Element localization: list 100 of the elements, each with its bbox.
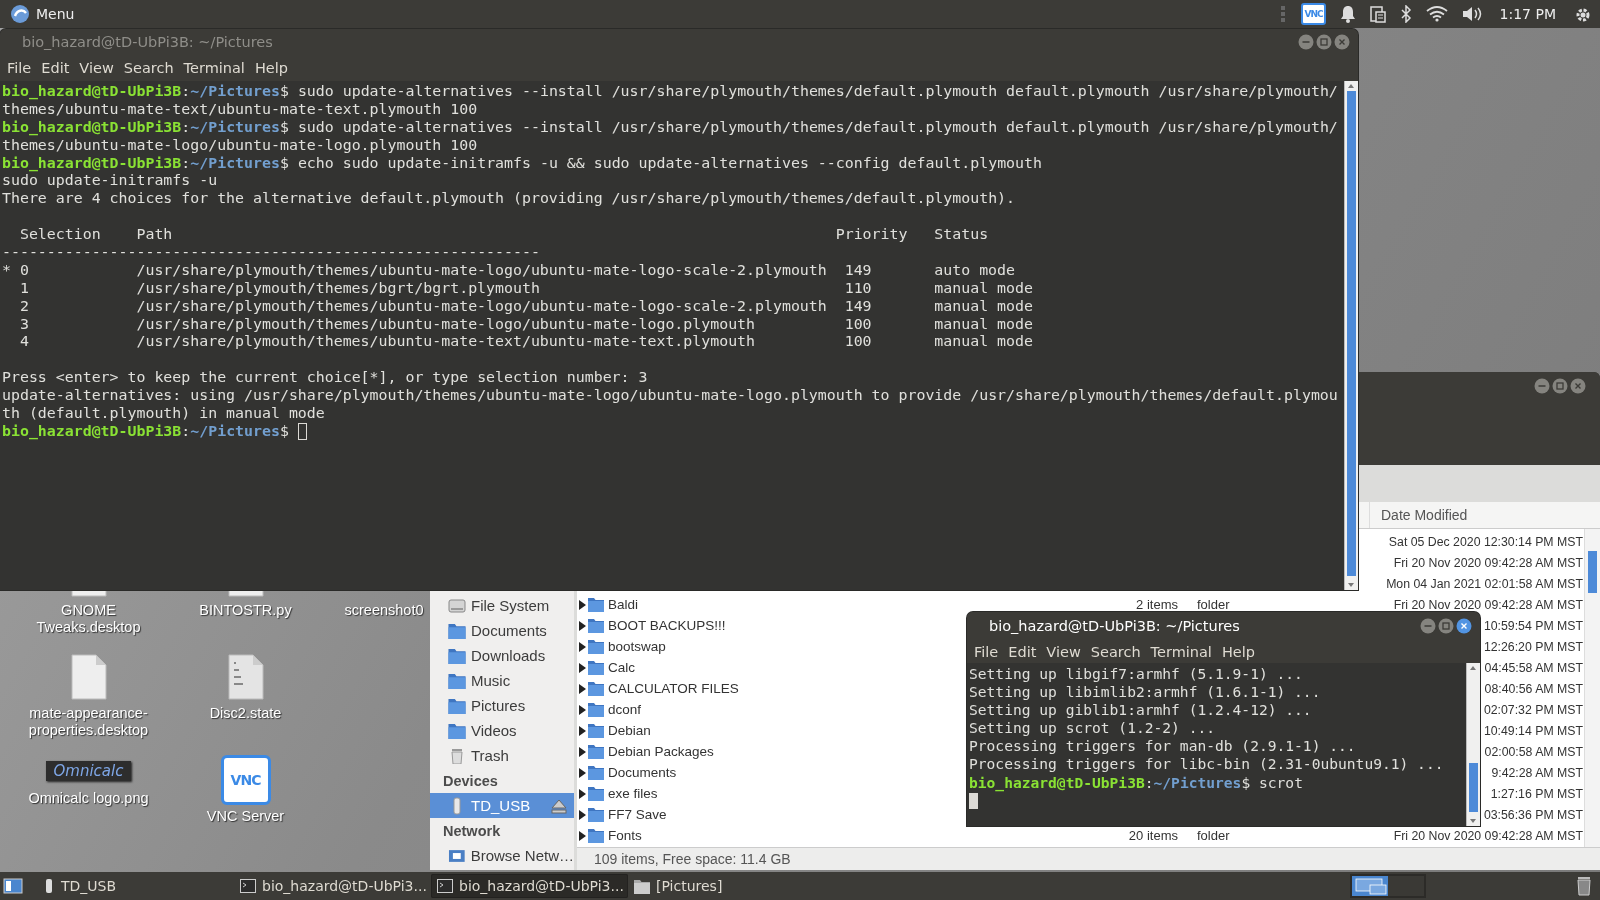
trash-icon: [448, 747, 466, 764]
folder-icon: [588, 681, 604, 696]
workspace-switcher-drawing[interactable]: [1350, 874, 1426, 898]
menu-item[interactable]: Help: [249, 58, 293, 78]
file-name[interactable]: Documents: [608, 765, 677, 780]
file-name[interactable]: dconf: [608, 702, 642, 717]
date-modified: 04:45:58 AM MST: [1484, 659, 1583, 676]
menu-item[interactable]: Terminal: [178, 58, 250, 78]
wifi-icon[interactable]: [1425, 6, 1448, 22]
file-name[interactable]: bootswap: [608, 639, 666, 654]
date-modified: Fri 20 Nov 2020 09:42:28 AM MST: [1393, 554, 1583, 571]
terminal-icon: [437, 879, 453, 893]
terminal-line: Setting up libgif7:armhf (5.1.9-1) ...: [969, 665, 1304, 684]
expander-arrow-icon[interactable]: [578, 599, 586, 610]
close-button[interactable]: [1456, 618, 1472, 634]
terminal-line: Setting up libimlib2:armhf (1.6.1-1) ...: [969, 683, 1322, 702]
sidebar-item[interactable]: Music: [430, 668, 574, 693]
file-type: folder: [1196, 597, 1230, 612]
show-desktop-icon[interactable]: [3, 877, 23, 895]
terminal-line: 2 /usr/share/plymouth/themes/ubuntu-mate-logo/ubuntu-mate-logo-scale-2.plymouth 149 manual mode: [18, 297, 1034, 316]
clock[interactable]: 1:17 PM: [1499, 6, 1556, 22]
file-name[interactable]: CALCULATOR FILES: [608, 681, 739, 696]
folder-icon: [588, 765, 604, 780]
menu-item[interactable]: Search: [1085, 641, 1146, 662]
status-bar: 109 items, Free space: 11.4 GB: [577, 847, 1600, 870]
menu-item[interactable]: Help: [1216, 641, 1260, 662]
clipboard-icon[interactable]: [1369, 5, 1386, 23]
date-modified: 03:56:36 PM MST: [1483, 806, 1583, 823]
terminal-line: 4 /usr/share/plymouth/themes/ubuntu-mate-text/ubuntu-mate-text.plymouth 100 manual mode: [18, 333, 1034, 352]
file-name[interactable]: Debian: [608, 723, 651, 738]
menu-item[interactable]: Terminal: [1145, 641, 1217, 662]
file-name[interactable]: Fonts: [608, 828, 642, 843]
file-name[interactable]: Debian Packages: [608, 744, 714, 759]
file-name[interactable]: Baldi: [608, 597, 639, 612]
bell-icon[interactable]: [1339, 5, 1356, 23]
maximize-button[interactable]: [1552, 378, 1568, 394]
minimize-button[interactable]: [1420, 618, 1436, 634]
expander-arrow-icon[interactable]: [578, 683, 586, 694]
minimize-button[interactable]: [1534, 378, 1550, 394]
bluetooth-icon[interactable]: [1399, 5, 1412, 23]
file-icon: [70, 654, 107, 700]
expander-arrow-icon[interactable]: [578, 830, 586, 841]
sidebar-item[interactable]: Pictures: [430, 693, 574, 718]
scrollbar[interactable]: [1584, 529, 1600, 847]
handle-icon[interactable]: [1281, 6, 1286, 22]
expander-arrow-icon[interactable]: [578, 620, 586, 631]
taskbar-button[interactable]: bio_hazard@tD-UbPi3...: [234, 874, 431, 898]
terminal-line: 3 /usr/share/plymouth/themes/ubuntu-mate-logo/ubuntu-mate-logo.plymouth 100 manual mode: [18, 315, 1034, 334]
folder-icon: [588, 660, 604, 675]
taskbar-button[interactable]: TD_USB: [37, 874, 234, 898]
menu-button[interactable]: Menu: [6, 2, 79, 26]
expander-arrow-icon[interactable]: [578, 641, 586, 652]
menu-item[interactable]: File: [2, 58, 37, 78]
eject-icon[interactable]: [550, 797, 568, 814]
minimize-button[interactable]: [1298, 34, 1314, 50]
menu-item[interactable]: Search: [118, 58, 179, 78]
sidebar-item[interactable]: Trash: [430, 743, 574, 768]
menu-item[interactable]: Edit: [36, 58, 75, 78]
expander-arrow-icon[interactable]: [578, 662, 586, 673]
column-heading[interactable]: Date Modified: [1369, 502, 1583, 528]
taskbar-button[interactable]: bio_hazard@tD-UbPi3...: [431, 874, 628, 898]
terminal-line: bio_hazard@tD-UbPi3B:~/Pictures$: [2, 422, 1344, 441]
expander-arrow-icon[interactable]: [578, 767, 586, 778]
terminal-line: Press <enter> to keep the current choice[*], or type selection number: 3: [2, 369, 649, 388]
terminal-line: 1 /usr/share/plymouth/themes/bgrt/bgrt.plymouth 110 manual mode: [18, 279, 1034, 298]
expander-arrow-icon[interactable]: [578, 725, 586, 736]
terminal-line: sudo update-initramfs -u: [2, 172, 219, 191]
window-title: bio_hazard@tD-UbPi3B: ~/Pictures: [22, 34, 274, 50]
maximize-button[interactable]: [1316, 34, 1332, 50]
folder-icon: [448, 647, 466, 664]
expander-arrow-icon[interactable]: [578, 746, 586, 757]
terminal-line: Processing triggers for libc-bin (2.31-0ubuntu9.1) ...: [969, 755, 1445, 774]
terminal-line: bio_hazard@tD-UbPi3B:~/Pictures$ sudo update-alternatives --install /usr/share/plymouth/themes/default.plymouth default.plymouth /usr/share/plymouth/: [2, 118, 1339, 137]
sidebar-item[interactable]: File System: [430, 593, 574, 618]
file-name[interactable]: FF7 Save: [608, 807, 667, 822]
image-thumbnail: Omnicalc: [45, 761, 132, 781]
file-name[interactable]: Calc: [608, 660, 635, 675]
sidebar-item[interactable]: Videos: [430, 718, 574, 743]
menu-item[interactable]: View: [1041, 641, 1086, 662]
expander-arrow-icon[interactable]: [578, 788, 586, 799]
sidebar-item[interactable]: Browse Netw…: [430, 843, 574, 868]
menu-item[interactable]: Edit: [1003, 641, 1042, 662]
terminal-line: th (default.plymouth) in manual mode: [2, 405, 326, 423]
scrollbar[interactable]: [1344, 81, 1358, 590]
taskbar-button[interactable]: [Pictures]: [628, 874, 825, 898]
file-name[interactable]: exe files: [608, 786, 658, 801]
trash-icon[interactable]: [1576, 876, 1592, 896]
menu-item[interactable]: View: [74, 58, 119, 78]
scrollbar[interactable]: [1466, 663, 1480, 826]
volume-icon[interactable]: [1461, 6, 1482, 22]
expander-arrow-icon[interactable]: [578, 809, 586, 820]
vnc-tray-icon[interactable]: VNC: [1301, 3, 1326, 25]
sidebar-item[interactable]: Downloads: [430, 643, 574, 668]
menu-label[interactable]: Menu: [36, 6, 75, 22]
sidebar-item[interactable]: Documents: [430, 618, 574, 643]
folder-icon: [588, 723, 604, 738]
menu-item[interactable]: File: [969, 641, 1004, 662]
text-cursor: [969, 792, 978, 810]
file-name[interactable]: BOOT BACKUPS!!!: [608, 618, 726, 633]
expander-arrow-icon[interactable]: [578, 704, 586, 715]
